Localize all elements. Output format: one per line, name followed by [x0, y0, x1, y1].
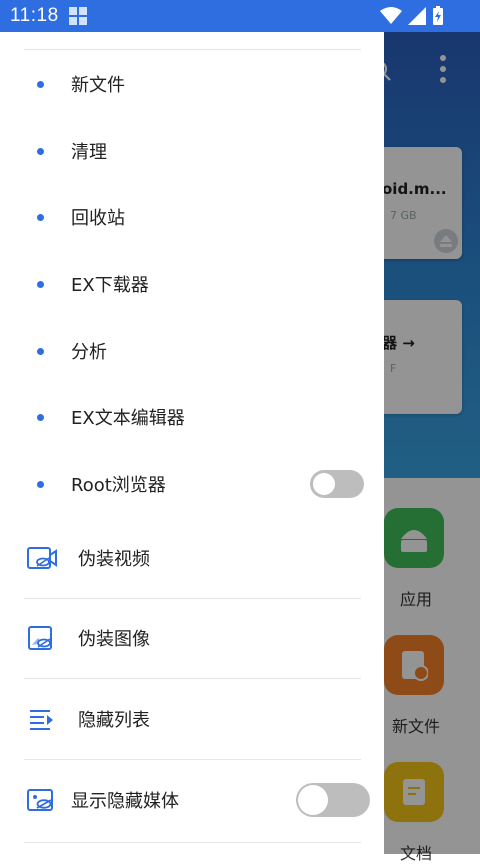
divider [24, 759, 361, 760]
drawer-item-recycle-bin[interactable]: 回收站 [0, 184, 384, 250]
drawer-item-hidden-list[interactable]: 隐藏列表 [0, 689, 384, 749]
bullet-icon [37, 480, 44, 488]
root-browser-toggle[interactable] [310, 470, 364, 498]
bullet-icon [37, 213, 44, 221]
show-hidden-media-icon [27, 789, 53, 811]
drawer-item-label: 回收站 [71, 208, 125, 229]
toggle-knob [298, 785, 328, 815]
status-time: 11:18 [10, 5, 59, 26]
drawer-item-new-files[interactable]: 新文件 [0, 51, 384, 117]
drawer-item-label: 显示隐藏媒体 [71, 791, 179, 812]
bullet-icon [37, 280, 44, 288]
signal-icon [408, 7, 426, 25]
bullet-icon [37, 413, 44, 421]
navigation-drawer: 新文件 清理 回收站 EX下载器 分析 EX文本编辑器 Root浏览器 伪装视频 [0, 32, 384, 854]
show-hidden-media-toggle[interactable] [296, 783, 370, 817]
drawer-item-clean[interactable]: 清理 [0, 118, 384, 184]
drawer-item-ex-text-editor[interactable]: EX文本编辑器 [0, 384, 384, 450]
drawer-item-ex-downloader[interactable]: EX下载器 [0, 251, 384, 317]
drawer-item-label: EX文本编辑器 [71, 408, 185, 429]
toggle-knob [313, 473, 335, 495]
divider [24, 842, 361, 843]
drawer-item-label: 伪装视频 [78, 549, 150, 570]
drawer-item-label: 隐藏列表 [78, 710, 150, 731]
hidden-list-icon [30, 710, 53, 730]
drawer-item-analyze[interactable]: 分析 [0, 318, 384, 384]
status-bar: 11:18 [0, 0, 480, 32]
drawer-item-label: Root浏览器 [71, 475, 166, 496]
divider [24, 49, 361, 50]
bullet-icon [37, 347, 44, 355]
divider [24, 678, 361, 679]
bullet-icon [37, 80, 44, 88]
drawer-item-label: 清理 [71, 142, 107, 163]
battery-icon [433, 6, 443, 25]
drawer-item-root-browser[interactable]: Root浏览器 [0, 451, 384, 517]
divider [24, 598, 361, 599]
drawer-item-show-hidden-media[interactable]: 显示隐藏媒体 [0, 770, 384, 830]
wifi-icon [380, 7, 402, 24]
drawer-item-label: 新文件 [71, 75, 125, 96]
drawer-item-label: EX下载器 [71, 275, 149, 296]
disguise-image-icon [28, 626, 52, 650]
bullet-icon [37, 147, 44, 155]
drawer-item-label: 分析 [71, 342, 107, 363]
disguise-video-icon [27, 547, 57, 569]
drawer-item-disguise-image[interactable]: 伪装图像 [0, 608, 384, 668]
drawer-item-label: 伪装图像 [78, 629, 150, 650]
app-notification-icon [68, 7, 87, 25]
drawer-item-disguise-video[interactable]: 伪装视频 [0, 528, 384, 588]
